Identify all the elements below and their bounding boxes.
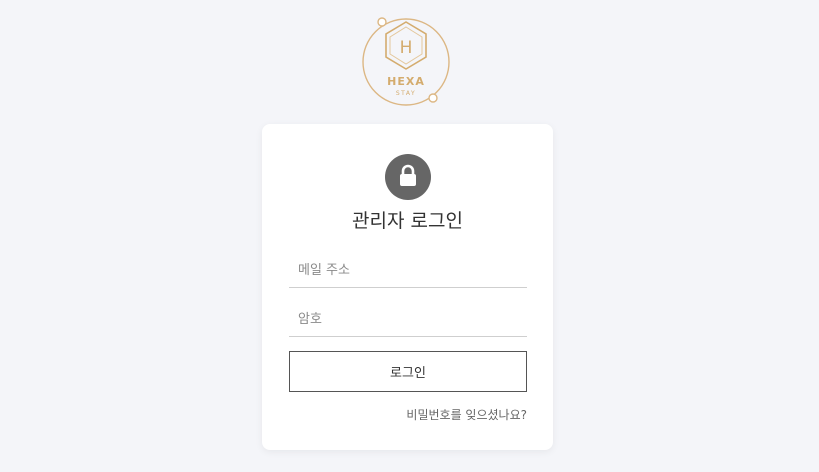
logo-brand-text: HEXA <box>387 75 425 88</box>
email-input[interactable] <box>289 254 527 288</box>
lock-badge <box>385 154 431 200</box>
login-page: H HEXA STAY 관리자 로그인 로그인 비밀번호를 잊으셨나요? <box>0 0 819 472</box>
password-input[interactable] <box>289 303 527 337</box>
svg-text:H: H <box>400 38 413 58</box>
lock-icon <box>400 164 416 186</box>
hexa-stay-logo: H HEXA STAY <box>358 14 454 110</box>
login-card: 관리자 로그인 로그인 비밀번호를 잊으셨나요? <box>262 124 553 450</box>
forgot-password-link[interactable]: 비밀번호를 잊으셨나요? <box>406 406 527 423</box>
login-title: 관리자 로그인 <box>352 210 463 232</box>
login-button[interactable]: 로그인 <box>289 351 527 392</box>
logo-sub-text: STAY <box>395 90 417 97</box>
